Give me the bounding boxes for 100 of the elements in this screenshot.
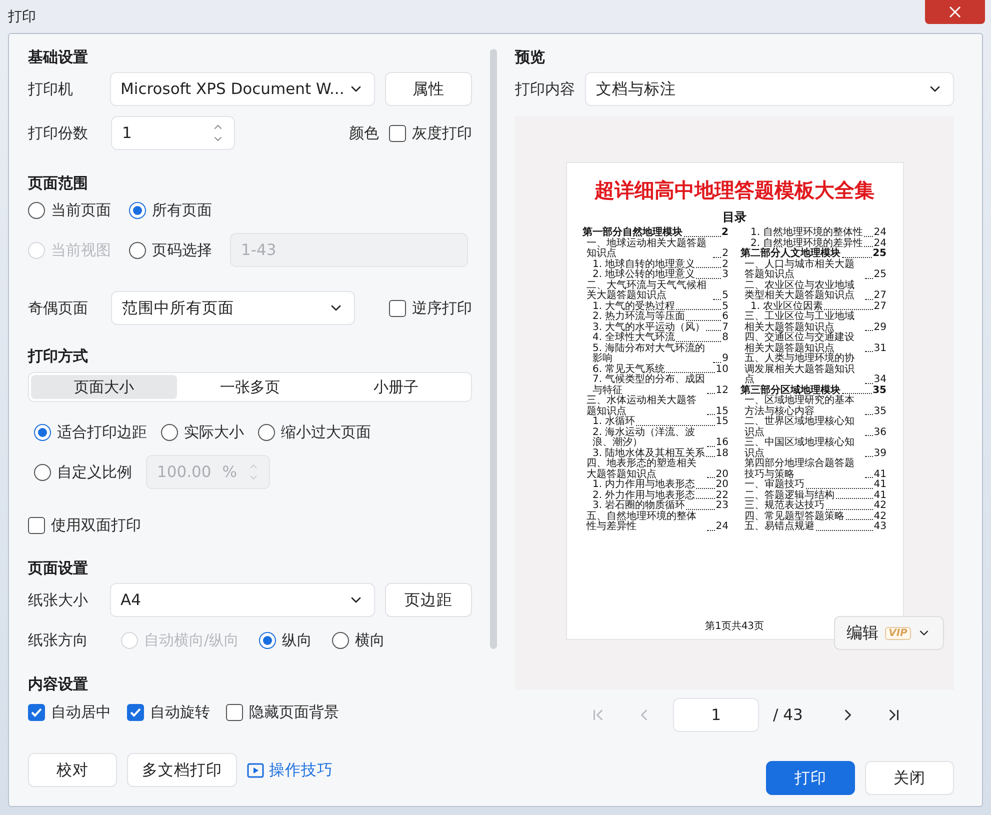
toc-page-number: 20 — [716, 470, 728, 480]
document-title: 超详细高中地理答题模板大全集 — [594, 177, 874, 204]
radio-label: 当前视图 — [51, 240, 111, 260]
checkbox-label: 使用双面打印 — [51, 516, 141, 534]
toc-page-number: 10 — [716, 364, 728, 375]
radio-label: 自定义比例 — [57, 462, 132, 482]
section-heading: 打印方式 — [28, 346, 89, 366]
toc-page-number: 2 — [722, 260, 728, 270]
toc-entry: 五、自然地理环境的整体性与差异性 — [586, 512, 698, 532]
checkbox[interactable] — [28, 704, 45, 720]
toc-entry: 一、区域地理研究的基本方法与核心内容 — [744, 396, 856, 416]
print-button[interactable]: 打印 — [766, 761, 855, 795]
toc-entry: 2. 海水运动（洋流、波浪、潮汐） — [592, 428, 696, 448]
toc-page-number: 35 — [872, 386, 886, 396]
section-heading: 页面范围 — [28, 172, 89, 194]
margins-button[interactable]: 页边距 — [384, 583, 472, 617]
toc-page-number: 41 — [874, 480, 886, 490]
close-button[interactable] — [925, 0, 985, 24]
toc-entry: 1. 自然地理环境的整体性 — [750, 228, 864, 238]
radio-button[interactable] — [258, 424, 275, 440]
toc-page-number: 39 — [874, 448, 886, 459]
properties-button[interactable]: 属性 — [384, 72, 472, 106]
toc-page-number: 5 — [722, 302, 728, 312]
play-icon — [247, 762, 264, 778]
field-label: 奇偶页面 — [28, 298, 89, 318]
mode-tab[interactable]: 小册子 — [323, 375, 469, 399]
section-heading: 页面设置 — [28, 558, 89, 578]
radio-button[interactable] — [28, 202, 45, 218]
tips-link[interactable]: 操作技巧 — [247, 760, 333, 780]
radio-button[interactable] — [129, 202, 146, 218]
toc-page-number: 34 — [874, 375, 886, 386]
odd-even-select[interactable]: 范围中所有页面 — [111, 291, 355, 325]
toc-entry: 1. 地球自转的地理意义 — [592, 260, 696, 270]
checkbox[interactable] — [28, 516, 45, 534]
checkbox[interactable] — [389, 124, 406, 142]
toc-page-number: 7 — [722, 322, 728, 332]
radio-button[interactable] — [332, 632, 350, 648]
edit-button[interactable]: 编辑 VIP — [834, 616, 944, 650]
checkbox-label: 隐藏页面背景 — [249, 702, 339, 722]
copies-field[interactable]: 1 — [111, 116, 235, 150]
radio-button[interactable] — [161, 424, 178, 440]
toc-entry: 一、审题技巧 — [744, 480, 804, 490]
toc-entry: 二、大气环流与天气气候相关大题答题知识点 — [586, 280, 708, 301]
radio-label: 当前页面 — [51, 200, 111, 220]
toc-entry: 2. 地球公转的地理意义 — [592, 270, 696, 280]
toc-entry: 6. 常见天气系统 — [592, 364, 666, 374]
close-dialog-button[interactable]: 关闭 — [865, 761, 954, 795]
mode-tab[interactable]: 页面大小 — [31, 375, 177, 399]
toc-page-number: 25 — [874, 270, 886, 280]
checkmark-icon — [31, 708, 42, 716]
toc-entry: 4. 全球性大气环流 — [592, 333, 676, 343]
radio-button[interactable] — [259, 632, 276, 648]
toc-page-number: 15 — [716, 417, 728, 428]
toc-page-number: 8 — [722, 333, 728, 344]
scrollbar[interactable] — [490, 49, 497, 649]
toc-entry: 三、中国区域地理核心知识点 — [744, 438, 856, 458]
checkbox-label: 自动居中 — [51, 702, 111, 722]
mode-tab[interactable]: 一张多页 — [177, 375, 323, 399]
toc-page-number: 18 — [716, 448, 728, 459]
toc-page-number: 42 — [874, 501, 886, 512]
toc-entry: 1. 农业区位因素 — [750, 302, 824, 312]
toc-entry: 1. 内力作用与地表形态 — [592, 480, 696, 490]
toc-page-number: 41 — [874, 490, 886, 500]
radio-label: 纵向 — [282, 630, 312, 650]
toc-entry: 1. 水循环 — [592, 417, 636, 427]
page-total: / 43 — [773, 706, 804, 724]
toc-entry: 第二部分人文地理模块 — [740, 249, 840, 259]
toc-entry: 1. 大气的受热过程 — [592, 302, 676, 312]
toc-page-number: 3 — [722, 270, 728, 280]
toc-page-number: 9 — [722, 354, 728, 364]
toc-page-number: 43 — [874, 522, 886, 532]
toc-heading: 目录 — [722, 209, 746, 226]
radio-button[interactable] — [129, 242, 146, 258]
close-icon — [949, 6, 961, 18]
radio-label: 适合打印边距 — [57, 422, 147, 442]
toc-entry: 四、交通区位与交通建设相关大题答题知识点 — [744, 333, 856, 354]
page-number-field[interactable]: 1 — [673, 698, 759, 732]
checkbox[interactable] — [127, 704, 144, 720]
field-label: 打印内容 — [515, 80, 575, 98]
toc-entry: 2. 热力环流与等压面 — [592, 312, 686, 322]
radio-button[interactable] — [34, 424, 51, 440]
field-label: 颜色 — [349, 124, 379, 142]
toc-entry: 7. 气候类型的分布、成因与特征 — [592, 375, 706, 396]
footer-button[interactable]: 多文档打印 — [127, 753, 237, 787]
toc-page-number: 2 — [722, 228, 728, 238]
print-content-select[interactable]: 文档与标注 — [585, 72, 954, 106]
toc-entry: 三、水体运动相关大题答题知识点 — [586, 396, 698, 416]
printer-select[interactable]: Microsoft XPS Document W... — [110, 72, 375, 106]
checkbox[interactable] — [226, 704, 243, 720]
toc-page-number: 2 — [722, 249, 728, 260]
toc-entry: 三、工业区位与工业地域相关大题答题知识点 — [744, 312, 856, 332]
toc-entry: 三、规范表达技巧 — [744, 501, 824, 511]
section-heading: 基础设置 — [28, 46, 89, 68]
paper-size-select[interactable]: A4 — [110, 583, 375, 617]
footer-button[interactable]: 校对 — [28, 753, 117, 787]
toc-entry: 一、地球运动相关大题答题知识点 — [586, 238, 708, 259]
toc-page-number: 6 — [722, 312, 728, 322]
section-heading: 内容设置 — [28, 674, 89, 694]
toc-entry: 2. 外力作用与地表形态 — [592, 490, 696, 500]
checkbox[interactable] — [389, 300, 406, 316]
